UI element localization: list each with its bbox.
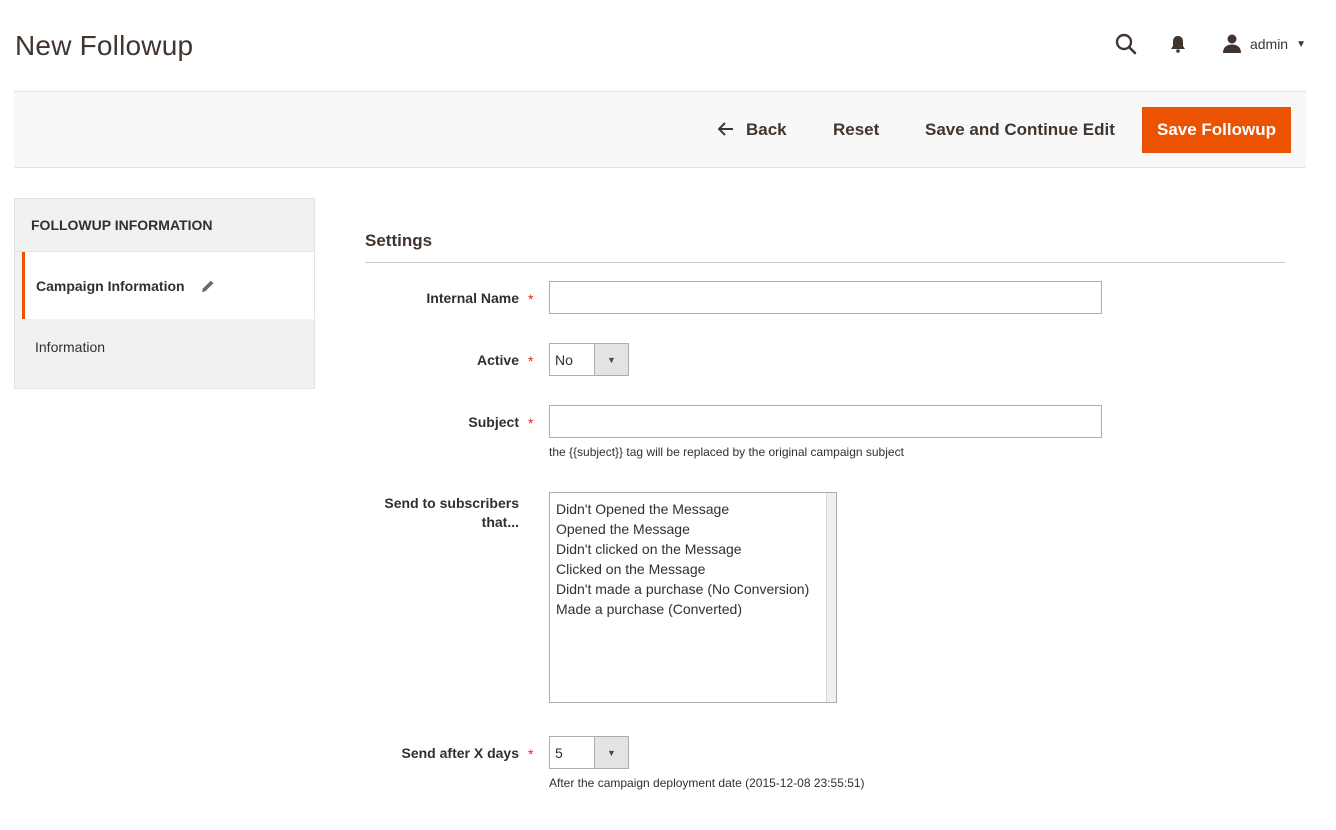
required-marker: *: [528, 291, 534, 307]
arrow-left-icon: [717, 120, 734, 141]
multiselect-option[interactable]: Didn't clicked on the Message: [556, 539, 809, 559]
send-after-select[interactable]: 5 ▼: [549, 736, 629, 769]
user-icon: [1222, 33, 1242, 56]
save-continue-button[interactable]: Save and Continue Edit: [925, 107, 1115, 153]
required-marker: *: [528, 415, 534, 431]
back-button-label: Back: [746, 120, 787, 139]
active-label: Active: [476, 352, 519, 368]
multiselect-option[interactable]: Didn't Opened the Message: [556, 499, 809, 519]
pencil-icon: [201, 279, 215, 293]
send-after-note: After the campaign deployment date (2015…: [549, 776, 865, 790]
send-after-label: Send after X days: [401, 745, 520, 761]
save-followup-button[interactable]: Save Followup: [1142, 107, 1291, 153]
chevron-down-icon: ▼: [1296, 38, 1306, 50]
active-select[interactable]: No ▼: [549, 343, 629, 376]
page-title: New Followup: [15, 30, 194, 61]
sidebar-item-label: Information: [35, 339, 106, 355]
search-icon[interactable]: [1112, 30, 1140, 58]
header-actions: admin ▼: [1112, 30, 1306, 58]
send-to-multiselect[interactable]: Didn't Opened the Message Opened the Mes…: [549, 492, 837, 703]
page-actions-bar: Back Reset Save and Continue Edit Save F…: [14, 91, 1306, 168]
sidebar-title: FOLLOWUP INFORMATION: [15, 199, 314, 252]
bell-icon[interactable]: [1164, 30, 1192, 58]
sidebar-item-label: Campaign Information: [36, 277, 185, 294]
subject-label: Subject: [468, 414, 519, 430]
send-to-label: Send to subscribers that...: [259, 494, 519, 532]
multiselect-scrollbar[interactable]: [826, 493, 836, 702]
send-to-label-line1: Send to subscribers: [384, 495, 519, 511]
multiselect-option[interactable]: Made a purchase (Converted): [556, 599, 809, 619]
required-marker: *: [528, 353, 534, 369]
chevron-down-icon: ▼: [594, 344, 628, 375]
admin-username: admin: [1249, 36, 1289, 52]
admin-user-menu[interactable]: admin ▼: [1222, 33, 1306, 56]
subject-note: the {{subject}} tag will be replaced by …: [549, 445, 904, 459]
subject-input[interactable]: [549, 405, 1102, 438]
required-marker: *: [528, 746, 534, 762]
back-button[interactable]: Back: [717, 107, 787, 153]
chevron-down-icon: ▼: [594, 737, 628, 768]
multiselect-option[interactable]: Clicked on the Message: [556, 559, 809, 579]
sidebar-item-campaign-information[interactable]: Campaign Information: [22, 252, 314, 319]
section-divider: [365, 262, 1285, 263]
settings-section-title: Settings: [365, 231, 433, 250]
send-after-select-value: 5: [555, 744, 563, 761]
internal-name-input[interactable]: [549, 281, 1102, 314]
multiselect-option[interactable]: Didn't made a purchase (No Conversion): [556, 579, 809, 599]
active-select-value: No: [555, 351, 573, 368]
reset-button[interactable]: Reset: [833, 107, 879, 153]
multiselect-option[interactable]: Opened the Message: [556, 519, 809, 539]
send-to-label-line2: that...: [481, 514, 519, 530]
internal-name-label: Internal Name: [426, 290, 519, 306]
